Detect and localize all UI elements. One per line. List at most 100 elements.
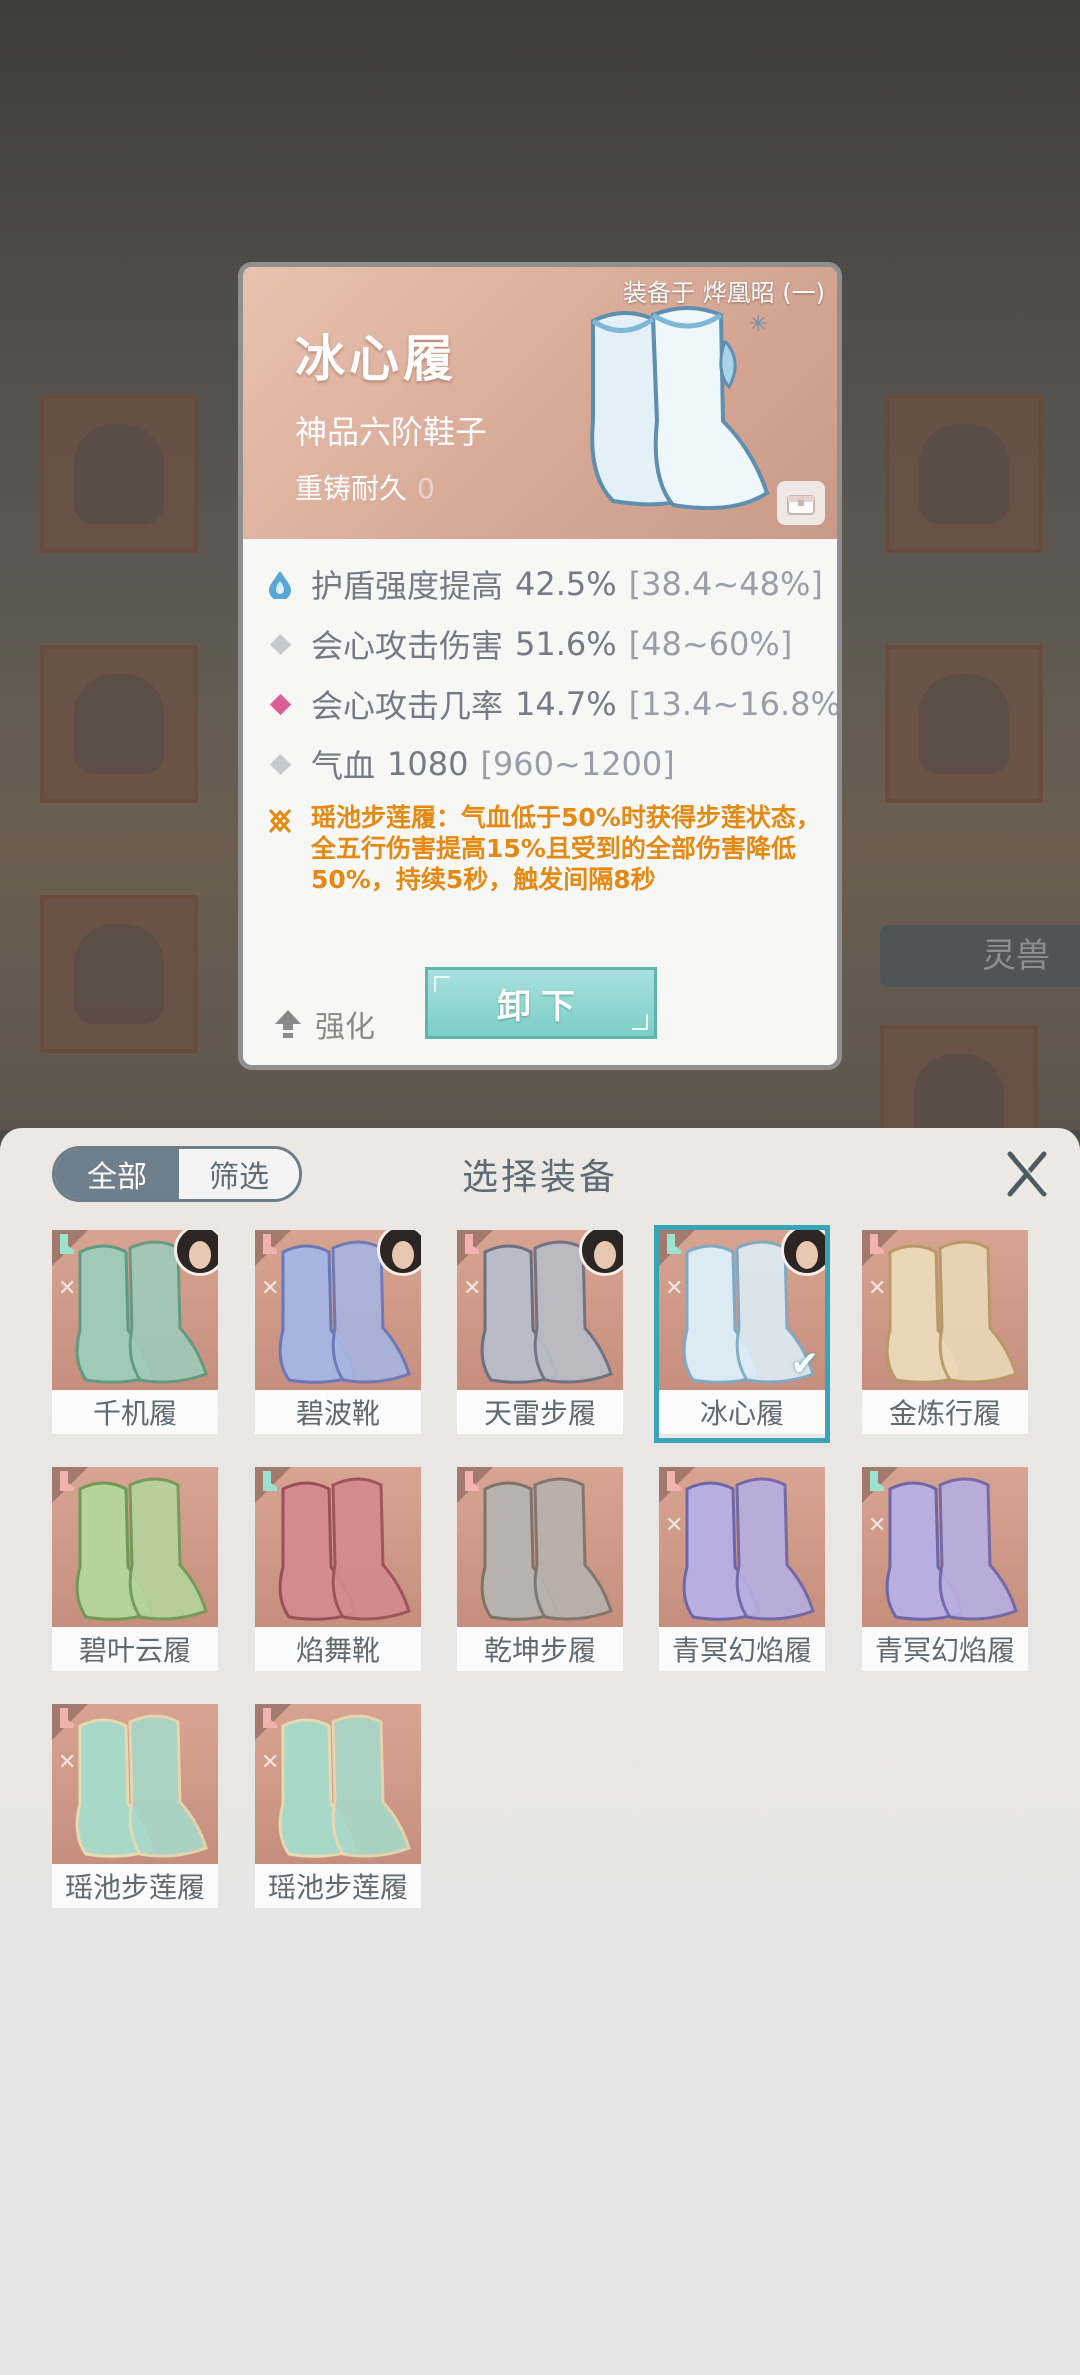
stat-range: [48~60%]	[628, 625, 793, 663]
element-icon: ✕	[665, 1513, 684, 1538]
boot-type-icon	[870, 1234, 884, 1254]
equipment-slot[interactable]: ✕ 瑶池步莲履	[52, 1704, 218, 1912]
equipment-name: 瑶池步莲履	[255, 1864, 421, 1908]
equipment-slot[interactable]: ✕ 千机履	[52, 1230, 218, 1438]
equipment-image: ✕	[862, 1230, 1028, 1390]
check-icon: ✔	[790, 1344, 820, 1384]
chest-icon	[787, 495, 815, 515]
unequip-button[interactable]: 卸下	[425, 967, 657, 1039]
stat-value: 14.7%	[515, 685, 617, 723]
equipment-slot[interactable]: ✕ 瑶池步莲履	[255, 1704, 421, 1912]
equipment-slot[interactable]: ✕ 碧波靴	[255, 1230, 421, 1438]
item-type: 神品六阶鞋子	[295, 413, 488, 451]
boot-type-icon	[263, 1234, 277, 1254]
spirit-beast-button[interactable]: 灵兽	[880, 925, 1080, 987]
boot-type-icon	[667, 1471, 681, 1491]
stat-row: 会心攻击几率 14.7% [13.4~16.8%]	[265, 679, 842, 729]
equipment-image	[457, 1467, 623, 1627]
element-icon: ✕	[261, 1276, 280, 1301]
enhance-label: 强化	[315, 1010, 375, 1045]
stat-range: [13.4~16.8%]	[628, 685, 842, 723]
equipment-name: 天雷步履	[457, 1390, 623, 1434]
reforge-durability: 重铸耐久 0	[295, 467, 435, 507]
diamond-gray-icon	[265, 753, 295, 775]
boot-type-icon	[465, 1471, 479, 1491]
element-icon: ✕	[463, 1276, 482, 1301]
equipment-image: ✕	[862, 1467, 1028, 1627]
set-effect-icon	[268, 808, 292, 834]
stat-value: 1080	[387, 745, 469, 783]
element-icon: ✕	[868, 1276, 887, 1301]
bg-equip-slot	[885, 395, 1043, 553]
equipment-slot[interactable]: ✕ 金炼行履	[862, 1230, 1028, 1438]
equipment-name: 千机履	[52, 1390, 218, 1434]
element-icon: ✕	[58, 1750, 77, 1775]
stat-value: 42.5%	[515, 565, 617, 603]
item-name: 冰心履	[295, 330, 457, 388]
equipment-name: 乾坤步履	[457, 1627, 623, 1671]
equipment-image	[52, 1467, 218, 1627]
equipment-name: 焰舞靴	[255, 1627, 421, 1671]
boot-type-icon	[263, 1708, 277, 1728]
equipment-image: ✕	[457, 1230, 623, 1390]
boot-type-icon	[60, 1234, 74, 1254]
equipment-image: ✕	[255, 1704, 421, 1864]
equipment-slot[interactable]: ✕ 天雷步履	[457, 1230, 623, 1438]
set-effect-text: 瑶池步莲履：气血低于50%时获得步莲状态，全五行伤害提高15%且受到的全部伤害降…	[311, 803, 821, 894]
element-icon: ✕	[261, 1750, 280, 1775]
enhance-button[interactable]: 强化	[273, 1002, 375, 1046]
svg-text:✳: ✳	[749, 312, 767, 337]
boot-type-icon	[667, 1234, 681, 1254]
reforge-value: 0	[417, 472, 435, 505]
bg-equip-slot	[40, 895, 198, 1053]
equipment-name: 青冥幻焰履	[862, 1627, 1028, 1671]
close-icon[interactable]	[1002, 1148, 1052, 1200]
diamond-pink-icon	[265, 693, 295, 715]
stat-name: 护盾强度提高	[311, 567, 504, 605]
storage-chest-button[interactable]	[777, 481, 825, 525]
item-detail-card: 装备于 烨凰昭 (一) 冰心履 神品六阶鞋子 重铸耐久 0 ✳ 护盾强度提高 42.…	[238, 262, 842, 1070]
diamond-gray-icon	[265, 633, 295, 655]
equipment-name: 瑶池步莲履	[52, 1864, 218, 1908]
equipment-name: 冰心履	[659, 1390, 825, 1434]
stat-name: 会心攻击伤害	[311, 627, 504, 665]
boot-type-icon	[263, 1471, 277, 1491]
equipment-name: 碧叶云履	[52, 1627, 218, 1671]
sheet-title: 选择装备	[461, 1157, 618, 1198]
equipment-name: 碧波靴	[255, 1390, 421, 1434]
boot-type-icon	[60, 1471, 74, 1491]
equipment-slot[interactable]: ✕ 青冥幻焰履	[862, 1467, 1028, 1675]
shield-drop-icon	[265, 569, 295, 599]
equipment-image	[255, 1467, 421, 1627]
stat-row: 护盾强度提高 42.5% [38.4~48%]	[265, 559, 823, 609]
equipment-name: 青冥幻焰履	[659, 1627, 825, 1671]
stat-name: 会心攻击几率	[311, 687, 504, 725]
equipment-slot[interactable]: ✕ 青冥幻焰履	[659, 1467, 825, 1675]
equipment-image: ✕ ✔	[659, 1230, 825, 1390]
boot-type-icon	[465, 1234, 479, 1254]
boot-type-icon	[870, 1471, 884, 1491]
equipment-image: ✕	[52, 1230, 218, 1390]
equipment-image: ✕	[659, 1467, 825, 1627]
stat-value: 51.6%	[515, 625, 617, 663]
bg-equip-slot	[885, 645, 1043, 803]
equipment-image: ✕	[255, 1230, 421, 1390]
equipment-slot[interactable]: 碧叶云履	[52, 1467, 218, 1675]
bg-equip-slot	[40, 645, 198, 803]
equipment-slot[interactable]: 乾坤步履	[457, 1467, 623, 1675]
item-header: 装备于 烨凰昭 (一) 冰心履 神品六阶鞋子 重铸耐久 0 ✳	[243, 267, 837, 539]
stat-name: 气血	[311, 747, 376, 785]
reforge-label: 重铸耐久	[295, 472, 408, 505]
element-icon: ✕	[665, 1276, 684, 1301]
bg-equip-slot	[40, 395, 198, 553]
element-icon: ✕	[58, 1276, 77, 1301]
stat-range: [38.4~48%]	[628, 565, 823, 603]
element-icon: ✕	[868, 1513, 887, 1538]
upgrade-arrow-icon	[275, 1010, 301, 1038]
equipment-slot[interactable]: ✕ ✔ 冰心履	[654, 1225, 830, 1443]
equipment-slot[interactable]: 焰舞靴	[255, 1467, 421, 1675]
boot-type-icon	[60, 1708, 74, 1728]
equipment-name: 金炼行履	[862, 1390, 1028, 1434]
equipment-select-sheet: 全部 筛选 选择装备 ✕ 千机履 ✕ 碧波靴 ✕ 天雷步履 ✕ ✔ 冰心履 ✕ 金炼行履 碧叶云履 焰舞…	[0, 1128, 1080, 2375]
ice-boots-image: ✳	[590, 306, 770, 511]
